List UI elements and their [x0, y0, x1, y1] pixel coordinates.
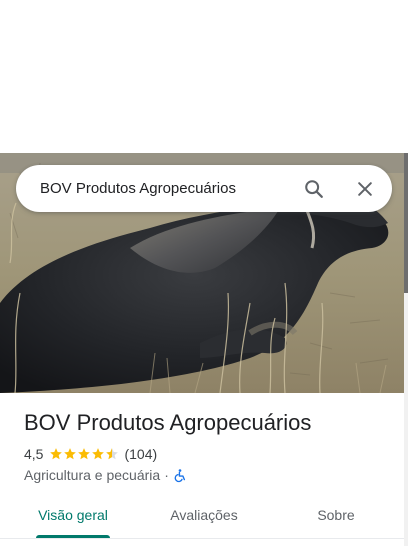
wheelchair-icon[interactable] — [173, 468, 187, 483]
star-icon — [92, 448, 105, 460]
tab-avaliacoes[interactable]: Avaliações — [152, 495, 256, 535]
category-row: Agricultura e pecuária · — [24, 466, 187, 484]
close-search-button[interactable] — [349, 173, 381, 205]
close-icon — [358, 182, 372, 196]
separator-dot: · — [164, 467, 169, 483]
rating-stars — [49, 447, 119, 461]
scrollbar-thumb[interactable] — [404, 153, 408, 293]
place-tabs: Visão geral Avaliações Sobre — [0, 495, 404, 546]
star-icon — [106, 448, 119, 460]
star-icon — [78, 448, 91, 460]
rating-value: 4,5 — [24, 446, 44, 462]
place-title: BOV Produtos Agropecuários — [24, 410, 312, 435]
star-icon — [64, 448, 77, 460]
tabs-divider — [0, 538, 404, 539]
tab-visao-geral[interactable]: Visão geral — [24, 495, 122, 535]
search-icon — [305, 180, 323, 198]
star-icon — [50, 448, 63, 460]
reviews-count[interactable]: (104) — [124, 446, 157, 462]
rating-row: 4,5 (104) — [24, 445, 157, 463]
search-box[interactable]: BOV Produtos Agropecuários — [16, 165, 392, 212]
search-button[interactable] — [298, 173, 330, 205]
place-category[interactable]: Agricultura e pecuária — [24, 467, 160, 483]
tab-sobre[interactable]: Sobre — [300, 495, 372, 535]
search-input[interactable]: BOV Produtos Agropecuários — [40, 165, 236, 212]
